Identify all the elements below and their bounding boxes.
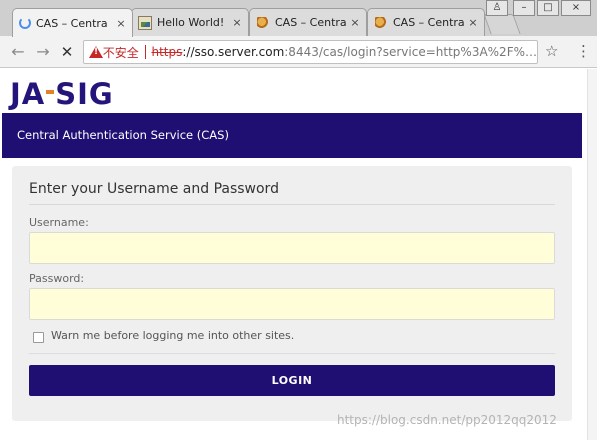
- tab-close-icon[interactable]: ×: [232, 16, 242, 29]
- login-button[interactable]: LOGIN: [29, 365, 555, 396]
- stop-loading-button[interactable]: ✕: [58, 43, 76, 61]
- form-title: Enter your Username and Password: [29, 181, 279, 197]
- password-input[interactable]: [29, 288, 555, 320]
- login-form: Enter your Username and Password Usernam…: [12, 166, 572, 421]
- tab-cas-1[interactable]: CAS – Centra ×: [12, 8, 133, 37]
- forward-button[interactable]: →: [34, 43, 52, 61]
- warning-icon: [89, 45, 103, 59]
- tab-close-icon[interactable]: ×: [350, 16, 360, 29]
- bookmark-star-icon[interactable]: ☆: [545, 42, 558, 60]
- tab-title: Hello World!: [157, 16, 225, 29]
- new-tab-button[interactable]: [483, 14, 521, 34]
- tab-cas-2[interactable]: CAS – Centra ×: [249, 8, 367, 36]
- logo-text-right: SIG: [55, 77, 114, 111]
- address-divider: [144, 45, 146, 59]
- logo-text-left: JA: [10, 77, 46, 111]
- jasig-logo: JA SIG: [10, 77, 114, 111]
- address-bar[interactable]: 不安全 https ://sso.server.com :8443/cas/lo…: [83, 40, 538, 64]
- url-host: ://sso.server.com: [182, 45, 285, 59]
- warn-checkbox-label[interactable]: Warn me before logging me into other sit…: [51, 329, 294, 342]
- cas-header-banner: Central Authentication Service (CAS): [2, 113, 582, 158]
- not-secure-label: 不安全: [102, 45, 139, 60]
- back-button[interactable]: ←: [9, 43, 27, 61]
- loading-spinner-icon: [19, 17, 31, 29]
- maximize-button[interactable]: □: [537, 0, 559, 16]
- browser-menu-icon[interactable]: ⋮: [576, 42, 591, 60]
- minimize-button[interactable]: –: [513, 0, 535, 16]
- cas-favicon-icon: [256, 16, 270, 30]
- tab-title: CAS – Centra: [275, 16, 346, 29]
- tab-cas-3[interactable]: CAS – Centra ×: [367, 8, 485, 36]
- title-divider: [29, 204, 555, 205]
- warn-checkbox[interactable]: [33, 332, 44, 343]
- password-label: Password:: [29, 272, 85, 285]
- username-label: Username:: [29, 216, 89, 229]
- close-window-button[interactable]: ×: [561, 0, 591, 16]
- url-path: :8443/cas/login?service=http%3A%2F%…: [284, 45, 537, 59]
- user-profile-icon[interactable]: ♙: [486, 0, 508, 16]
- tab-title: CAS – Centra: [393, 16, 464, 29]
- url-protocol: https: [151, 45, 183, 59]
- vertical-scrollbar[interactable]: [587, 69, 597, 440]
- page-content: JA SIG Central Authentication Service (C…: [0, 69, 587, 440]
- logo-dash: [46, 90, 55, 94]
- browser-toolbar: ← → ✕ 不安全 https ://sso.server.com :8443/…: [0, 36, 597, 68]
- cas-favicon-icon: [374, 16, 388, 30]
- tab-close-icon[interactable]: ×: [468, 16, 478, 29]
- tab-close-icon[interactable]: ×: [116, 17, 126, 30]
- image-favicon-icon: [138, 15, 152, 30]
- tab-title: CAS – Centra: [36, 16, 108, 30]
- tab-hello-world[interactable]: Hello World! ×: [131, 8, 249, 36]
- watermark-text: https://blog.csdn.net/pp2012qq2012: [337, 413, 557, 427]
- tab-strip: CAS – Centra × Hello World! × CAS – Cent…: [0, 0, 597, 37]
- form-divider: [29, 353, 555, 354]
- username-input[interactable]: [29, 232, 555, 264]
